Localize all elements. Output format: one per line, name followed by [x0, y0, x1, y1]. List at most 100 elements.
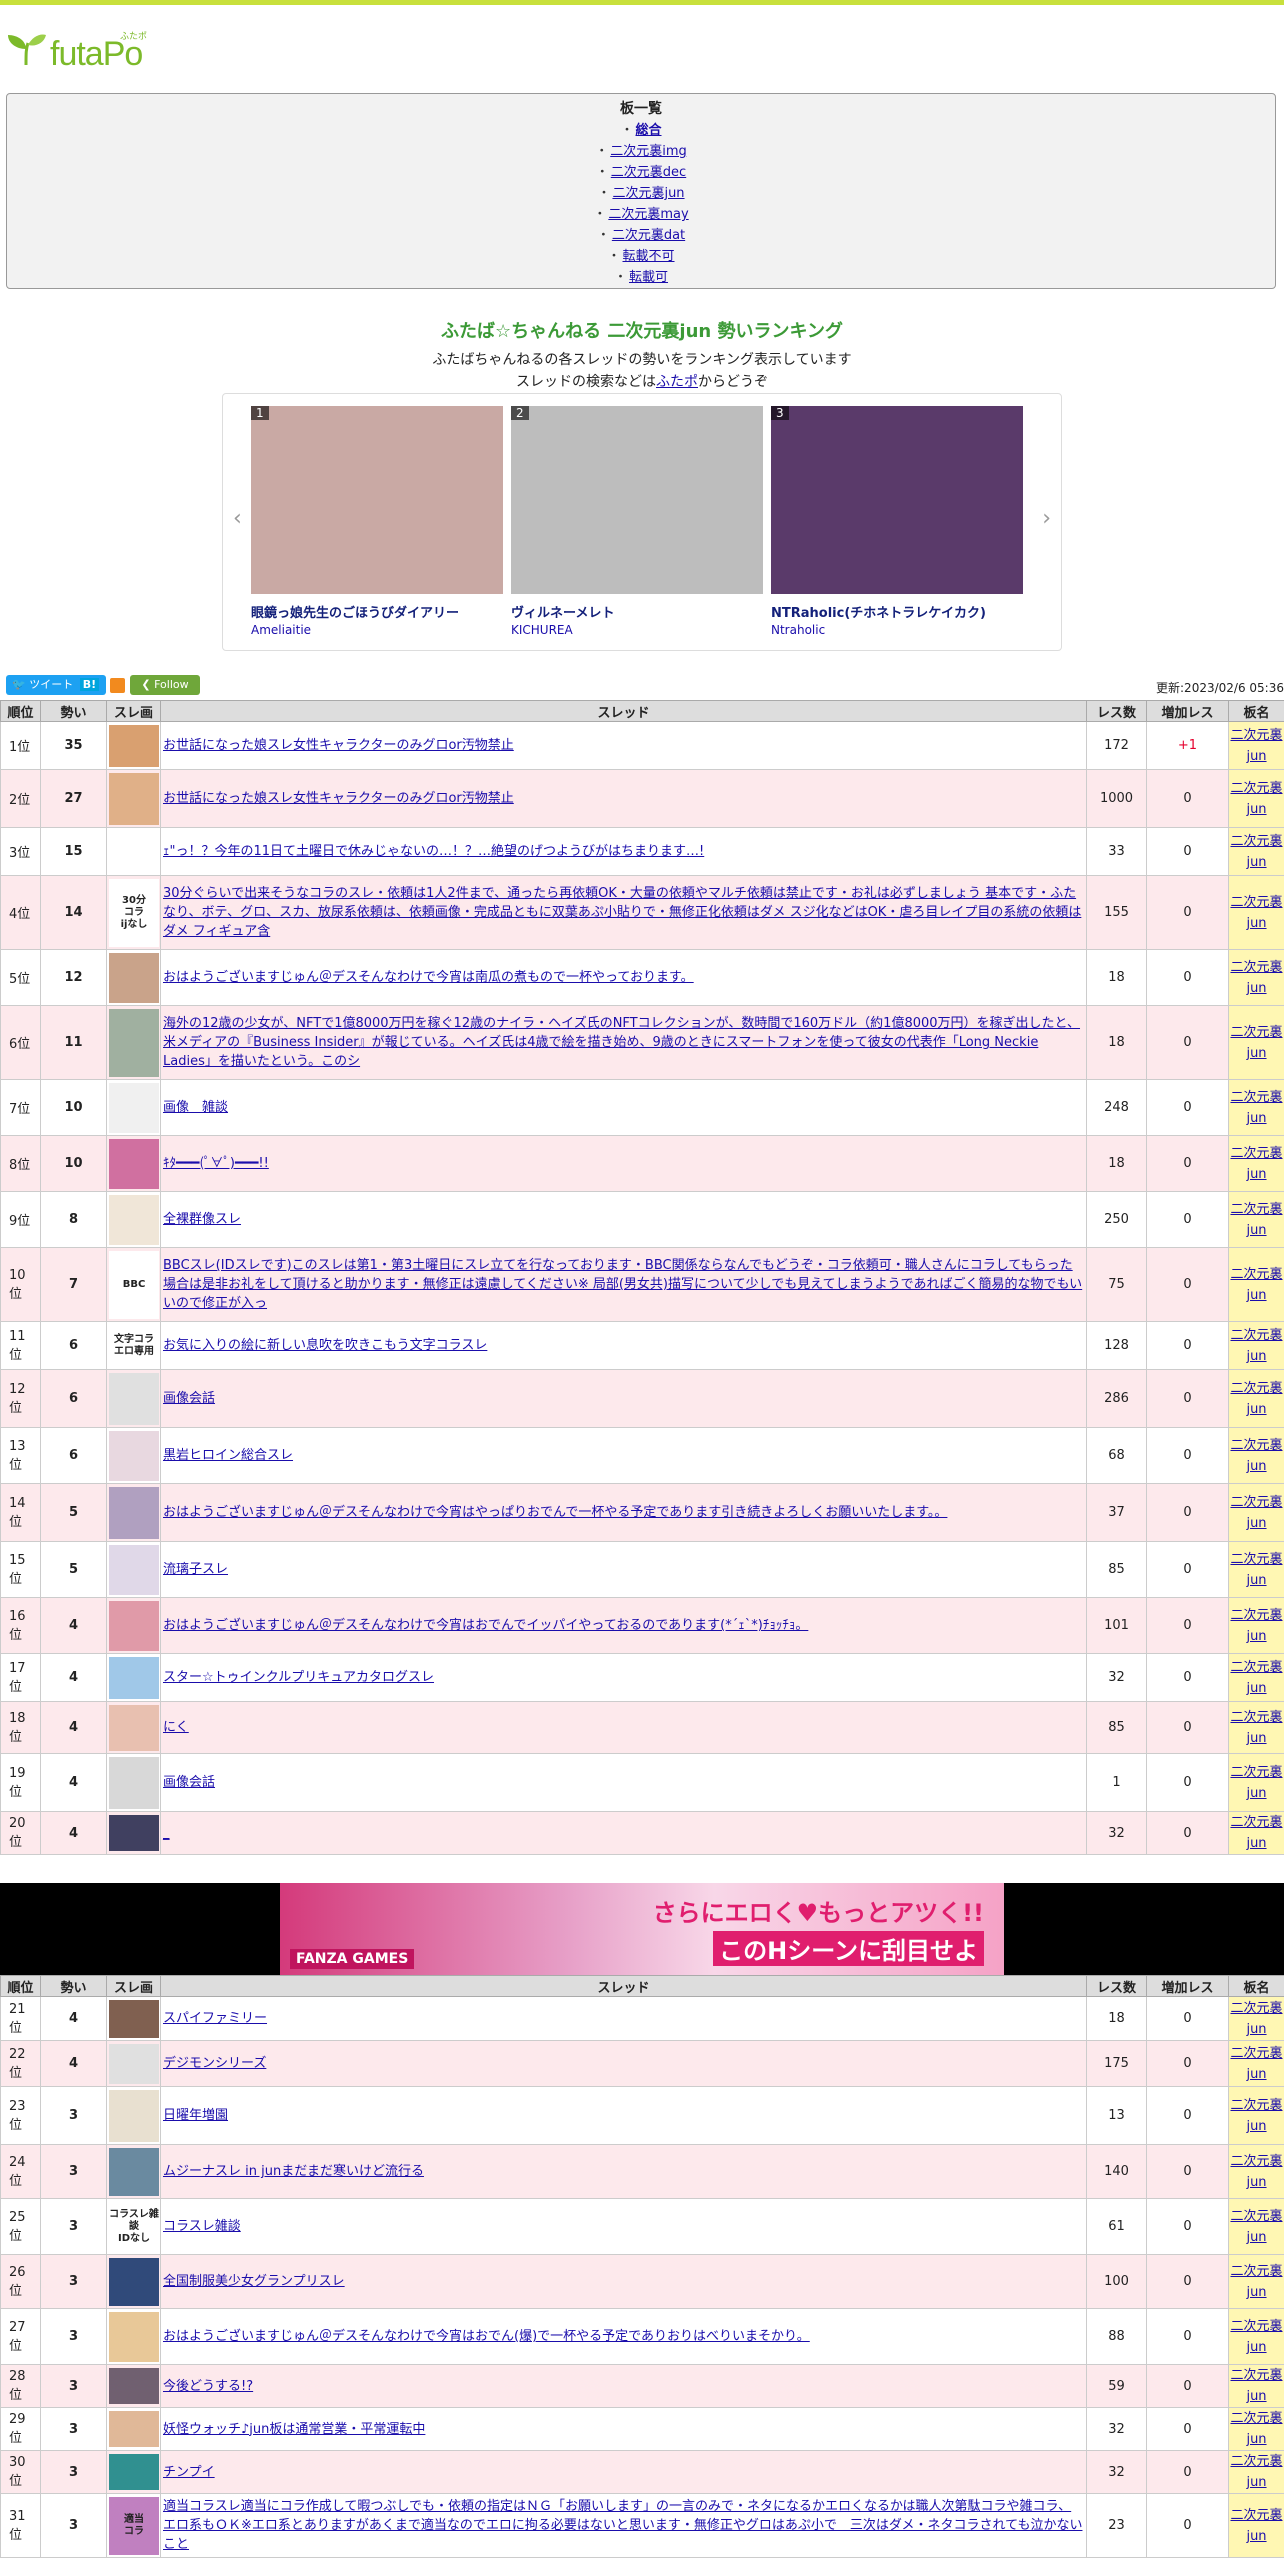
thread-link[interactable]: コラスレ雑談	[163, 2219, 241, 2234]
thread-link[interactable]: 黒岩ヒロイン総合スレ	[163, 1448, 293, 1463]
thread-thumbnail[interactable]	[109, 2147, 159, 2196]
thread-link[interactable]: お世話になった娘スレ女性キャラクターのみグロor汚物禁止	[163, 738, 514, 753]
board-link[interactable]: 二次元裏img	[610, 144, 687, 159]
thread-thumbnail[interactable]	[109, 1372, 159, 1425]
thread-link[interactable]: 今後どうする!?	[163, 2379, 253, 2394]
slide-image[interactable]: 1	[251, 406, 503, 594]
thread-link[interactable]: おはようございますじゅん＠デスそんなわけで今宵はおでんでイッパイやっておるのであ…	[163, 1618, 808, 1633]
thread-link[interactable]: 流璃子スレ	[163, 1562, 228, 1577]
thread-link[interactable]: 画像 雑談	[163, 1100, 228, 1115]
thread-thumbnail[interactable]: 文字コラ エロ専用	[109, 1324, 159, 1367]
thread-thumbnail[interactable]	[109, 1008, 159, 1077]
thread-thumbnail[interactable]	[109, 2257, 159, 2306]
board-name-link[interactable]: 二次元裏 jun	[1229, 2451, 1284, 2493]
board-name-link[interactable]: 二次元裏 jun	[1229, 2505, 1284, 2547]
slide-title[interactable]: 眼鏡っ娘先生のごほうびダイアリー	[251, 602, 503, 621]
board-name-link[interactable]: 二次元裏 jun	[1229, 725, 1284, 767]
board-link[interactable]: 二次元裏dat	[612, 228, 685, 243]
thread-link[interactable]: ｷﾀ━━━(ﾟ∀ﾟ)━━━!!	[163, 1156, 269, 1171]
board-name-link[interactable]: 二次元裏 jun	[1229, 778, 1284, 820]
board-name-link[interactable]: 二次元裏 jun	[1229, 2316, 1284, 2358]
thread-thumbnail[interactable]	[109, 2454, 159, 2490]
thread-thumbnail[interactable]	[109, 1486, 159, 1539]
chevron-right-icon[interactable]: ›	[1042, 506, 1051, 531]
thread-thumbnail[interactable]	[109, 772, 159, 825]
thread-thumbnail[interactable]	[109, 2043, 159, 2084]
futapo-link[interactable]: ふたポ	[656, 374, 698, 390]
board-name-link[interactable]: 二次元裏 jun	[1229, 1707, 1284, 1749]
board-name-link[interactable]: 二次元裏 jun	[1229, 1264, 1284, 1306]
ad-banner[interactable]: FANZA GAMES さらにエロく♥もっとアツく!! このHシーンに刮目せよ	[280, 1883, 1004, 1975]
thread-thumbnail[interactable]	[109, 1656, 159, 1699]
board-name-link[interactable]: 二次元裏 jun	[1229, 1998, 1284, 2040]
carousel-slide[interactable]: 1 眼鏡っ娘先生のごほうびダイアリー Ameliaitie	[251, 406, 503, 637]
board-name-link[interactable]: 二次元裏 jun	[1229, 2151, 1284, 2193]
slide-maker[interactable]: KICHUREA	[511, 623, 763, 637]
thread-thumbnail[interactable]	[109, 952, 159, 1003]
board-name-link[interactable]: 二次元裏 jun	[1229, 1325, 1284, 1367]
slide-title[interactable]: NTRaholic(チホネトラレケイカク)	[771, 602, 1023, 621]
thread-link[interactable]: ｪ"っ！？今年の11日て土曜日で休みじゃないの…！？…絶望のげつようびがはちまり…	[163, 844, 704, 859]
thread-link[interactable]: チンプイ	[163, 2465, 215, 2480]
thread-thumbnail[interactable]: コラスレ雑談 IDなし	[109, 2201, 159, 2252]
board-name-link[interactable]: 二次元裏 jun	[1229, 2095, 1284, 2137]
board-name-link[interactable]: 二次元裏 jun	[1229, 1143, 1284, 1185]
board-name-link[interactable]: 二次元裏 jun	[1229, 1378, 1284, 1420]
board-link[interactable]: 二次元裏jun	[612, 186, 684, 201]
board-link[interactable]: 転載不可	[623, 249, 675, 264]
carousel-slide[interactable]: 2 ヴィルネーメレト KICHUREA	[511, 406, 763, 637]
thread-link[interactable]: 30分ぐらいで出来そうなコラのスレ・依頼は1人2件まで、通ったら再依頼OK・大量…	[163, 886, 1081, 939]
board-name-link[interactable]: 二次元裏 jun	[1229, 1605, 1284, 1647]
thread-thumbnail[interactable]: 30分 コラ ijなし	[109, 878, 159, 947]
thread-thumbnail[interactable]	[109, 2368, 159, 2404]
thread-link[interactable]: 日曜年増園	[163, 2108, 228, 2123]
thread-thumbnail[interactable]	[109, 1815, 159, 1851]
thread-thumbnail[interactable]	[109, 2411, 159, 2447]
thread-thumbnail[interactable]	[109, 1544, 159, 1595]
thread-link[interactable]: ムジーナスレ in junまだまだ寒いけど流行る	[163, 2164, 424, 2179]
thread-link[interactable]: 海外の12歳の少女が、NFTで1億8000万円を稼ぐ12歳のナイラ・ヘイズ氏のN…	[163, 1016, 1080, 1069]
carousel-slide[interactable]: 3 NTRaholic(チホネトラレケイカク) Ntraholic	[771, 406, 1023, 637]
thread-thumbnail[interactable]	[109, 1138, 159, 1189]
thread-link[interactable]: 適当コラスレ適当にコラ作成して暇つぶしでも・依頼の指定はＮＧ「お願いします」の一…	[163, 2499, 1082, 2552]
thread-thumbnail[interactable]	[109, 1999, 159, 2038]
board-name-link[interactable]: 二次元裏 jun	[1229, 2261, 1284, 2303]
thread-link[interactable]: スター☆トゥインクルプリキュアカタログスレ	[163, 1670, 434, 1685]
thread-link[interactable]: にく	[163, 1720, 189, 1735]
board-name-link[interactable]: 二次元裏 jun	[1229, 1762, 1284, 1804]
board-name-link[interactable]: 二次元裏 jun	[1229, 1492, 1284, 1534]
thread-link[interactable]: BBCスレ(IDスレです)このスレは第1・第3土曜日にスレ立てを行なっております…	[163, 1258, 1082, 1311]
thread-link[interactable]: デジモンシリーズ	[163, 2056, 266, 2071]
board-link[interactable]: 二次元裏may	[608, 207, 688, 222]
tweet-button[interactable]: 🐦 ツイート B!	[6, 675, 106, 695]
board-name-link[interactable]: 二次元裏 jun	[1229, 831, 1284, 873]
board-name-link[interactable]: 二次元裏 jun	[1229, 1549, 1284, 1591]
chevron-left-icon[interactable]: ‹	[233, 506, 242, 531]
thread-thumbnail[interactable]: 適当 コラ	[109, 2496, 159, 2555]
thread-thumbnail[interactable]	[109, 830, 159, 873]
board-name-link[interactable]: 二次元裏 jun	[1229, 2365, 1284, 2407]
slide-maker[interactable]: Ntraholic	[771, 623, 1023, 637]
thread-link[interactable]: 全裸群像スレ	[163, 1212, 241, 1227]
board-name-link[interactable]: 二次元裏 jun	[1229, 1812, 1284, 1854]
board-name-link[interactable]: 二次元裏 jun	[1229, 957, 1284, 999]
rss-icon[interactable]	[110, 678, 125, 693]
thread-thumbnail[interactable]: BBC	[109, 1250, 159, 1319]
thread-link[interactable]: お気に入りの絵に新しい息吹を吹きこもう文字コラスレ	[163, 1338, 487, 1353]
board-name-link[interactable]: 二次元裏 jun	[1229, 892, 1284, 934]
thread-thumbnail[interactable]	[109, 724, 159, 767]
thread-thumbnail[interactable]	[109, 1600, 159, 1651]
board-name-link[interactable]: 二次元裏 jun	[1229, 1199, 1284, 1241]
thread-thumbnail[interactable]	[109, 1194, 159, 1245]
slide-title[interactable]: ヴィルネーメレト	[511, 602, 763, 621]
thread-link[interactable]: おはようございますじゅん＠デスそんなわけで今宵は南瓜の煮もので一杯やっております…	[163, 970, 694, 985]
thread-thumbnail[interactable]	[109, 1756, 159, 1809]
thread-link[interactable]: _	[163, 1826, 170, 1841]
board-name-link[interactable]: 二次元裏 jun	[1229, 2206, 1284, 2248]
board-name-link[interactable]: 二次元裏 jun	[1229, 2043, 1284, 2085]
board-name-link[interactable]: 二次元裏 jun	[1229, 1435, 1284, 1477]
thread-link[interactable]: スパイファミリー	[163, 2011, 267, 2026]
slide-image[interactable]: 2	[511, 406, 763, 594]
slide-image[interactable]: 3	[771, 406, 1023, 594]
thread-link[interactable]: 画像会話	[163, 1391, 215, 1406]
